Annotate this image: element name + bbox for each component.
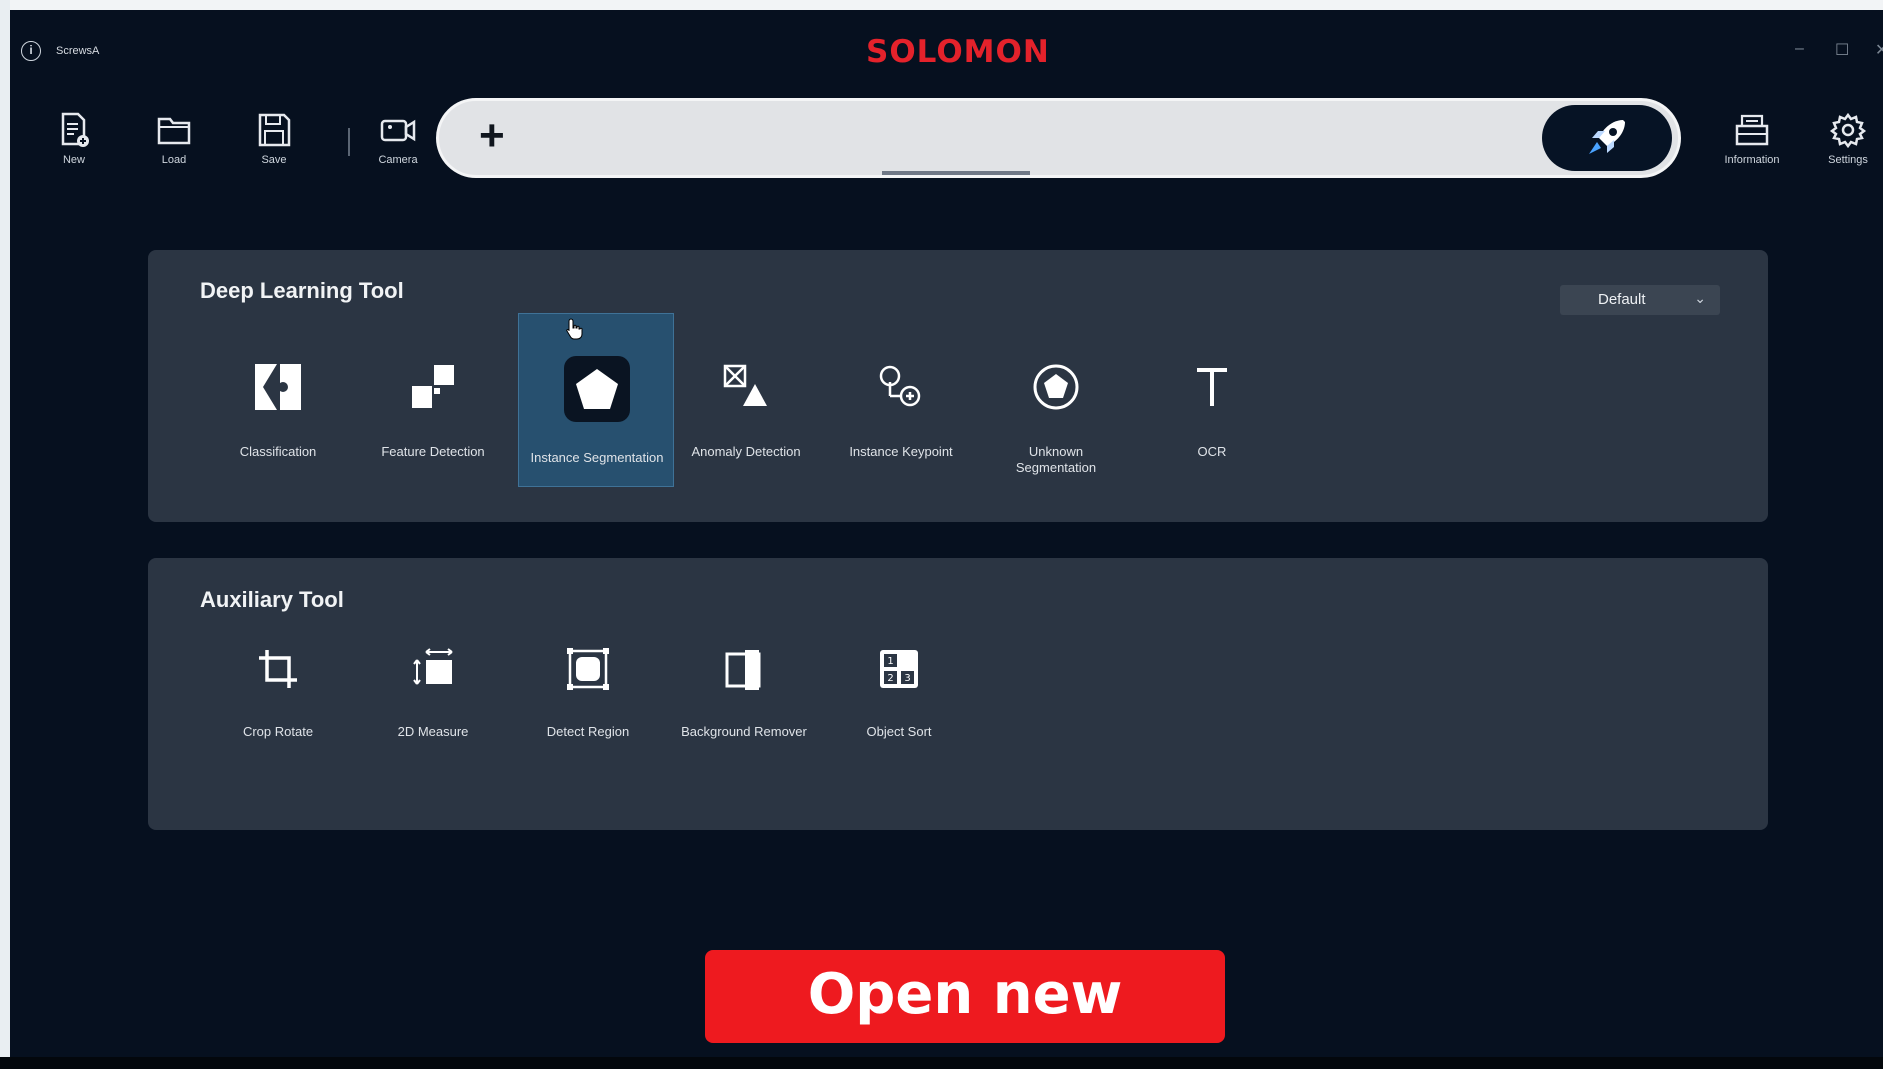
tool-object-sort[interactable]: 1 2 3 Object Sort <box>821 558 977 739</box>
tool-label-line-2: Segmentation <box>1015 460 1097 475</box>
information-icon <box>1735 114 1769 146</box>
project-name: ScrewsA <box>56 45 100 57</box>
instance-segmentation-icon <box>576 369 618 409</box>
feature-detection-icon <box>412 365 454 408</box>
deep-learning-title: Deep Learning Tool <box>200 278 404 303</box>
preset-dropdown[interactable]: Default ⌄ <box>1560 285 1720 315</box>
maximize-button[interactable]: ☐ <box>1835 40 1849 60</box>
run-button[interactable] <box>1542 105 1672 171</box>
title-bar: i ScrewsA SOLOMON – ☐ ✕ <box>10 30 1883 70</box>
tool-ocr[interactable]: OCR <box>1134 306 1290 480</box>
folder-icon <box>157 117 191 145</box>
deep-learning-panel: Deep Learning Tool Default ⌄ Classificat… <box>148 250 1768 522</box>
tool-classification[interactable]: Classification <box>200 306 356 480</box>
tool-label-line-1: Unknown <box>1028 444 1084 459</box>
crop-rotate-icon <box>259 650 297 688</box>
svg-text:1: 1 <box>887 656 893 667</box>
screen-top-edge <box>0 0 1883 10</box>
camera-button[interactable]: Camera <box>358 110 438 166</box>
unknown-segmentation-icon <box>1033 364 1079 410</box>
information-label: Information <box>1724 154 1780 166</box>
tool-label: Unknown Segmentation <box>978 444 1134 476</box>
detect-region-icon <box>567 648 609 690</box>
video-caption: Open new project <box>705 950 1225 1057</box>
settings-button[interactable]: Settings <box>1808 110 1883 166</box>
tool-label: Anomaly Detection <box>691 444 801 459</box>
new-file-icon <box>61 112 89 147</box>
tool-detect-region[interactable]: Detect Region <box>510 558 666 739</box>
svg-text:3: 3 <box>904 673 910 684</box>
tool-label: Detect Region <box>546 724 630 739</box>
tool-instance-keypoint[interactable]: Instance Keypoint <box>823 306 979 480</box>
tool-label: Instance Segmentation <box>530 450 664 465</box>
tool-label: Background Remover <box>681 724 807 739</box>
camera-label: Camera <box>378 154 418 166</box>
tool-unknown-segmentation[interactable]: Unknown Segmentation <box>978 306 1134 480</box>
2d-measure-icon <box>413 648 453 685</box>
save-icon <box>258 113 291 147</box>
tool-label: Feature Detection <box>381 444 485 459</box>
tool-crop-rotate[interactable]: Crop Rotate <box>200 558 356 739</box>
selected-icon-frame <box>564 356 630 422</box>
new-label: New <box>62 154 85 166</box>
anomaly-detection-icon <box>723 364 767 406</box>
command-bar: + <box>436 98 1681 178</box>
load-label: Load <box>161 154 187 166</box>
background-remover-icon <box>725 650 761 690</box>
tool-anomaly-detection[interactable]: Anomaly Detection <box>668 306 824 480</box>
rocket-icon <box>1589 120 1625 154</box>
classification-icon <box>255 364 301 410</box>
save-button[interactable]: Save <box>234 110 314 166</box>
new-button[interactable]: New <box>34 110 114 166</box>
tool-label: Crop Rotate <box>242 724 314 739</box>
screen-left-edge <box>0 0 10 1069</box>
app-window: i ScrewsA SOLOMON – ☐ ✕ New Load Save Ca… <box>10 10 1883 1057</box>
info-icon[interactable]: i <box>21 41 41 61</box>
tool-label: Classification <box>239 444 317 459</box>
close-button[interactable]: ✕ <box>1875 40 1883 60</box>
tool-label: Instance Keypoint <box>849 444 953 459</box>
tool-label: 2D Measure <box>397 724 469 739</box>
settings-label: Settings <box>1828 154 1868 166</box>
svg-text:2: 2 <box>887 673 893 684</box>
tool-2d-measure[interactable]: 2D Measure <box>355 558 511 739</box>
camera-icon <box>380 119 416 142</box>
brand-logo: SOLOMON <box>866 34 1050 70</box>
add-flow-button[interactable]: + <box>479 111 505 161</box>
ocr-icon <box>1197 368 1227 406</box>
chevron-down-icon: ⌄ <box>1694 290 1706 306</box>
screen-bottom-edge <box>0 1057 1883 1069</box>
save-label: Save <box>261 154 287 166</box>
auxiliary-panel: Auxiliary Tool Crop Rotate 2D Measure De… <box>148 558 1768 830</box>
minimize-button[interactable]: – <box>1795 40 1804 58</box>
tool-instance-segmentation[interactable]: Instance Segmentation <box>518 313 674 487</box>
toolbar-separator <box>348 128 350 156</box>
tool-feature-detection[interactable]: Feature Detection <box>355 306 511 480</box>
active-tab-indicator <box>882 171 1030 175</box>
hand-cursor-icon <box>566 318 583 340</box>
load-button[interactable]: Load <box>134 110 214 166</box>
object-sort-icon: 1 2 3 <box>880 650 918 688</box>
tool-label: OCR <box>1197 444 1227 459</box>
instance-keypoint-icon <box>879 365 921 407</box>
information-button[interactable]: Information <box>1712 110 1792 166</box>
tool-background-remover[interactable]: Background Remover <box>666 558 822 739</box>
gear-icon <box>1829 112 1867 149</box>
tool-label: Object Sort <box>866 724 932 739</box>
preset-value: Default <box>1598 291 1646 308</box>
